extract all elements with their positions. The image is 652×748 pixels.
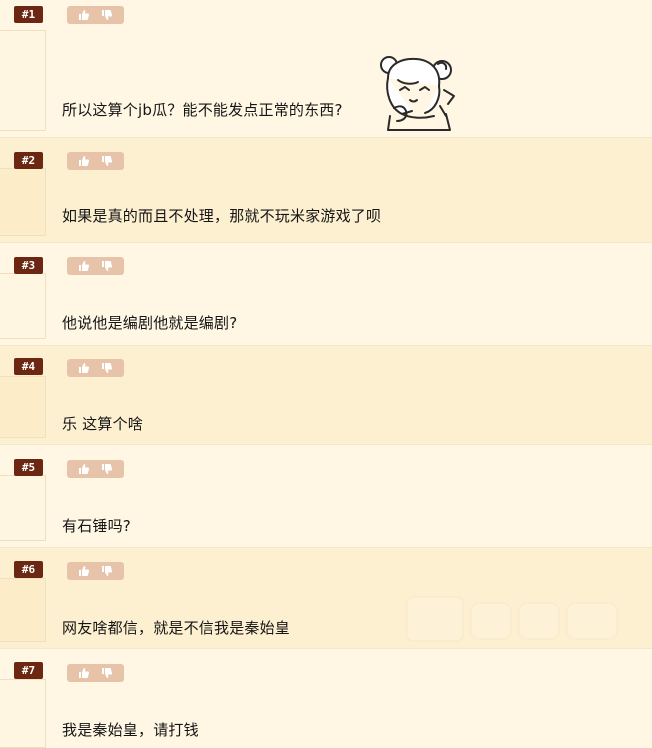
floor-badge[interactable]: #5 [14, 459, 43, 476]
post-text: 所以这算个jb瓜？能不能发点正常的东西? [62, 101, 343, 119]
post-content: 如果是真的而且不处理，那就不玩米家游戏了呗 [54, 138, 652, 242]
thumb-up-icon[interactable] [76, 666, 92, 680]
post-2: #2 如果是真的而且不处理，那就不玩米家游戏了呗 [0, 138, 652, 243]
thumb-up-icon[interactable] [76, 154, 92, 168]
post-7: #7 我是秦始皇，请打钱 [0, 649, 652, 748]
post-content: 他说他是编剧他就是编剧? [54, 243, 652, 345]
thumb-down-icon[interactable] [99, 8, 115, 22]
vote-bar [67, 359, 124, 377]
post-side: #3 [0, 243, 48, 345]
post-content: 网友啥都信，就是不信我是秦始皇 [54, 548, 652, 648]
thumb-down-icon[interactable] [99, 666, 115, 680]
post-side: #1 [0, 0, 48, 137]
post-side: #4 [0, 346, 48, 444]
post-text: 网友啥都信，就是不信我是秦始皇 [62, 619, 291, 637]
post-text: 他说他是编剧他就是编剧? [62, 314, 238, 332]
thumb-down-icon[interactable] [99, 154, 115, 168]
thumb-down-icon[interactable] [99, 259, 115, 273]
floor-badge[interactable]: #1 [14, 6, 43, 23]
post-side: #6 [0, 548, 48, 648]
post-text: 我是秦始皇，请打钱 [62, 721, 199, 739]
vote-bar [67, 664, 124, 682]
post-4: #4 乐 这算个啥 [0, 346, 652, 445]
vote-bar [67, 257, 124, 275]
post-content: 乐 这算个啥 [54, 346, 652, 444]
thumb-down-icon[interactable] [99, 564, 115, 578]
thumb-down-icon[interactable] [99, 361, 115, 375]
post-side: #5 [0, 445, 48, 547]
post-side: #7 [0, 649, 48, 748]
post-text: 乐 这算个啥 [62, 415, 143, 433]
thumb-up-icon[interactable] [76, 259, 92, 273]
thumb-down-icon[interactable] [99, 462, 115, 476]
post-text: 如果是真的而且不处理，那就不玩米家游戏了呗 [62, 207, 382, 225]
floor-badge[interactable]: #3 [14, 257, 43, 274]
post-3: #3 他说他是编剧他就是编剧? [0, 243, 652, 346]
post-side: #2 [0, 138, 48, 242]
floor-badge[interactable]: #2 [14, 152, 43, 169]
vote-bar [67, 562, 124, 580]
post-content: 我是秦始皇，请打钱 [54, 649, 652, 748]
post-5: #5 有石锤吗? [0, 445, 652, 548]
thumb-up-icon[interactable] [76, 564, 92, 578]
vote-bar [67, 6, 124, 24]
floor-badge[interactable]: #6 [14, 561, 43, 578]
post-content: 有石锤吗? [54, 445, 652, 547]
post-6: #6 网友啥都信，就是不信我是秦始皇 [0, 548, 652, 649]
floor-badge[interactable]: #4 [14, 358, 43, 375]
floor-badge[interactable]: #7 [14, 662, 43, 679]
post-content: 所以这算个jb瓜？能不能发点正常的东西? [54, 0, 652, 137]
vote-bar [67, 152, 124, 170]
thumb-up-icon[interactable] [76, 462, 92, 476]
thumb-up-icon[interactable] [76, 8, 92, 22]
thread: #1 所以这算个jb瓜？能不能发点正常的东西? #2 如果是真的而且不处理，那就… [0, 0, 652, 748]
anime-girl-sticker [380, 56, 455, 131]
thumb-up-icon[interactable] [76, 361, 92, 375]
post-text: 有石锤吗? [62, 517, 131, 535]
vote-bar [67, 460, 124, 478]
post-1: #1 所以这算个jb瓜？能不能发点正常的东西? [0, 0, 652, 138]
